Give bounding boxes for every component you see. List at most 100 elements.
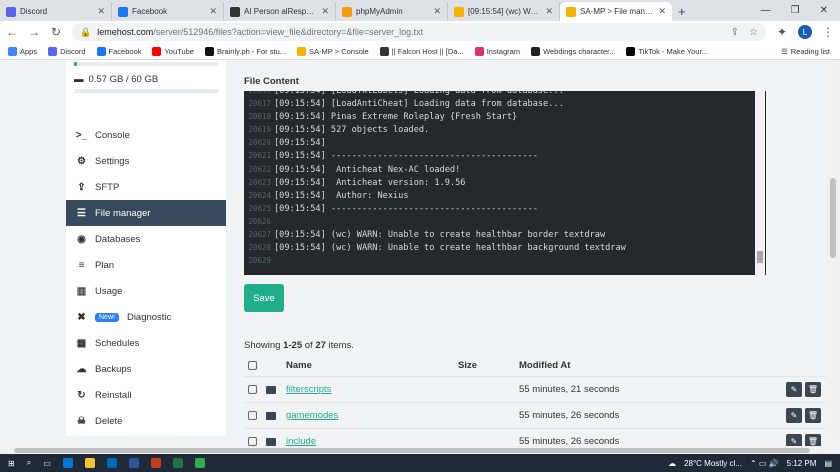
bookmark-item[interactable]: Discord (48, 46, 86, 56)
folder-icon (266, 386, 276, 394)
edge-icon[interactable] (62, 458, 73, 468)
close-window-icon[interactable]: ✕ (820, 5, 828, 16)
row-checkbox[interactable] (248, 437, 257, 446)
browser-tab[interactable]: Facebook ✕ (112, 2, 224, 21)
bookmark-item[interactable]: SA-MP > Console (297, 46, 369, 56)
editor-scrollbar[interactable] (755, 91, 765, 275)
excel-icon[interactable] (172, 458, 183, 468)
log-line: 20629 (244, 256, 766, 269)
bookmark-item[interactable]: YouTube (152, 46, 194, 56)
weather-text[interactable]: 28°C Mostly cl... (684, 459, 742, 468)
sidebar-item-schedules[interactable]: ▦ Schedules (66, 330, 226, 356)
reload-icon[interactable]: ↻ (50, 25, 62, 39)
maximize-icon[interactable]: ❐ (791, 5, 800, 16)
bookmark-item[interactable]: Facebook (96, 46, 141, 56)
sidebar-item-backups[interactable]: ☁ Backups (66, 356, 226, 382)
sidebar-item-settings[interactable]: ⚙ Settings (66, 148, 226, 174)
col-modified[interactable]: Modified At (519, 360, 570, 371)
close-tab-icon[interactable]: ✕ (545, 6, 553, 17)
bookmark-item[interactable]: Instagram (474, 46, 520, 56)
folder-icon (266, 412, 276, 420)
bookmark-item[interactable]: TikTok - Make Your... (626, 46, 708, 56)
browser-tab[interactable]: SA-MP > File manage ✕ (560, 2, 672, 21)
line-text: [09:15:54] (wc) WARN: Unable to create h… (274, 230, 606, 241)
minimize-icon[interactable]: — (761, 5, 771, 16)
nav-icon: ✖ (77, 311, 86, 323)
forward-icon[interactable]: → (28, 25, 40, 39)
new-tab-icon[interactable]: + (672, 2, 692, 21)
row-checkbox[interactable] (248, 411, 257, 420)
store-icon[interactable] (106, 458, 117, 468)
save-button[interactable]: Save (244, 284, 284, 312)
browser-tab[interactable]: [09:15:54] (wc) WARN ✕ (448, 2, 560, 21)
bookmark-item[interactable]: || Falcon Host || [Da... (379, 46, 464, 56)
close-tab-icon[interactable]: ✕ (321, 6, 329, 17)
bookmark-item[interactable]: Apps (8, 46, 37, 56)
browser-tab[interactable]: phpMyAdmin ✕ (336, 2, 448, 21)
sidebar-item-databases[interactable]: ◉ Databases (66, 226, 226, 252)
url-bar[interactable]: 🔒 lemehost.com/server/512946/files?actio… (72, 23, 766, 41)
browser-tab[interactable]: Discord ✕ (0, 2, 112, 21)
close-tab-icon[interactable]: ✕ (97, 6, 105, 17)
file-explorer-icon[interactable] (84, 458, 95, 468)
sidebar-item-reinstall[interactable]: ↻ Reinstall (66, 382, 226, 408)
col-size[interactable]: Size (458, 360, 477, 371)
select-all-checkbox[interactable] (248, 360, 257, 370)
file-modified: 55 minutes, 26 seconds (519, 436, 620, 446)
app-icon[interactable] (150, 458, 161, 468)
sidebar-item-label: Console (95, 129, 130, 141)
close-tab-icon[interactable]: ✕ (433, 6, 441, 17)
close-tab-icon[interactable]: ✕ (209, 6, 217, 17)
file-name-link[interactable]: include (286, 436, 316, 446)
edit-icon[interactable]: ✎ (786, 382, 802, 397)
file-name-link[interactable]: gamemodes (286, 410, 338, 421)
profile-avatar[interactable]: L (798, 25, 812, 39)
trash-icon[interactable]: 🗑 (805, 408, 821, 423)
sidebar-item-label: Databases (95, 233, 141, 245)
bookmark-star-icon[interactable]: ☆ (749, 27, 758, 38)
bookmark-item[interactable]: Brainly.ph - For stu... (204, 46, 286, 56)
chrome-icon[interactable] (194, 458, 205, 468)
edit-icon[interactable]: ✎ (786, 408, 802, 423)
reading-list[interactable]: ☰ Reading list (781, 47, 840, 56)
back-icon[interactable]: ← (6, 25, 18, 39)
sidebar-item-sftp[interactable]: ⇪ SFTP (66, 174, 226, 200)
horizontal-scrollbar[interactable] (0, 446, 826, 454)
sidebar-item-plan[interactable]: ≡ Plan (66, 252, 226, 278)
log-line: 20625 [09:15:54] ------------------------… (244, 204, 766, 217)
clock[interactable]: 5:12 PM (787, 459, 817, 468)
browser-menu-icon[interactable]: ⋮ (822, 25, 834, 39)
bookmark-item[interactable]: Webdings character... (531, 46, 615, 56)
line-number: 20624 (248, 190, 271, 200)
sidebar-item-label: Delete (95, 415, 123, 427)
trash-icon[interactable]: 🗑 (805, 434, 821, 446)
url-host: lemehost.com (97, 27, 154, 37)
sidebar-item-file-manager[interactable]: ☰ File manager (66, 200, 226, 226)
notifications-icon[interactable]: ▤ (824, 459, 832, 468)
close-tab-icon[interactable]: ✕ (658, 6, 666, 17)
task-view-icon[interactable]: ▭ (43, 459, 51, 468)
sidebar-item-usage[interactable]: ▥ Usage (66, 278, 226, 304)
browser-tab[interactable]: AI Person alResponsa's ✕ (224, 2, 336, 21)
col-name[interactable]: Name (286, 360, 312, 371)
share-icon[interactable]: ⇪ (731, 27, 739, 38)
tray-icons[interactable]: ⌃ ▭ 🔊 (750, 459, 779, 468)
start-icon[interactable]: ⊞ (8, 459, 15, 468)
file-name-link[interactable]: filterscripts (286, 384, 331, 395)
lock-icon: 🔒 (80, 26, 92, 37)
file-content-label: File Content (244, 76, 299, 87)
row-checkbox[interactable] (248, 385, 257, 394)
trash-icon[interactable]: 🗑 (805, 382, 821, 397)
log-line: 20627 [09:15:54] (wc) WARN: Unable to cre… (244, 230, 766, 243)
word-icon[interactable] (128, 458, 139, 468)
sidebar-item-diagnostic[interactable]: ✖ New! Diagnostic (66, 304, 226, 330)
extensions-icon[interactable]: ✦ (776, 25, 788, 39)
edit-icon[interactable]: ✎ (786, 434, 802, 446)
file-content-editor[interactable]: 20616[09:15:54] [LoadTxtLabels] Loading … (244, 91, 766, 275)
sidebar-item-console[interactable]: >_ Console (66, 122, 226, 148)
files-table: Name Size Modified At filterscripts 55 mi… (244, 354, 826, 446)
sidebar-item-delete[interactable]: ☠ Delete (66, 408, 226, 434)
search-icon[interactable]: ⌕ (27, 458, 31, 468)
page-scrollbar[interactable] (826, 60, 840, 446)
tab-favicon-icon (454, 6, 464, 17)
